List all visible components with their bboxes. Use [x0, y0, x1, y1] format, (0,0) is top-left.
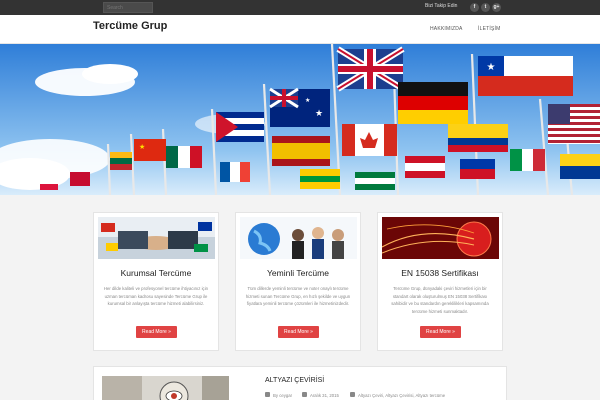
post-title[interactable]: ALTYAZI ÇEVİRİSİ — [265, 377, 324, 384]
svg-text:★: ★ — [315, 108, 323, 118]
google-plus-icon[interactable]: g+ — [492, 3, 501, 12]
site-header: Tercüme Grup HAKKIMIZDA İLETİŞİM — [0, 15, 600, 44]
card-image-globe-red — [382, 217, 499, 259]
service-card-sworn: Yeminli Tercüme Tüm dillerde yeminli ter… — [235, 212, 361, 351]
twitter-icon[interactable]: t — [481, 3, 490, 12]
card-text: Tercüme Grup, dünyadaki çeviri hizmetler… — [391, 286, 489, 314]
card-title: EN 15038 Sertifikası — [401, 268, 479, 278]
service-card-certificate: EN 15038 Sertifikası Tercüme Grup, dünya… — [377, 212, 503, 351]
read-more-button[interactable]: Read More » — [136, 326, 177, 338]
nav-item-about[interactable]: HAKKIMIZDA — [430, 26, 463, 32]
facebook-icon[interactable]: f — [470, 3, 479, 12]
svg-text:★: ★ — [139, 143, 145, 151]
card-text: Her dilde kaliteli ve profesyonel tercüm… — [103, 286, 209, 307]
nav-item-contact[interactable]: İLETİŞİM — [478, 26, 500, 32]
hero-banner-flags: ★ ★ ★ ★ — [0, 44, 600, 195]
read-more-button[interactable]: Read More » — [278, 326, 319, 338]
svg-text:★: ★ — [305, 97, 310, 104]
post-date: Aralık 31, 2015 — [310, 393, 339, 398]
search-input[interactable] — [103, 2, 153, 13]
card-title: Kurumsal Tercüme — [120, 268, 192, 278]
service-card-corporate: Kurumsal Tercüme Her dilde kaliteli ve p… — [93, 212, 219, 351]
card-image-handshake-flags — [98, 217, 215, 259]
calendar-icon — [302, 392, 307, 397]
tag-icon — [350, 392, 355, 397]
post-thumbnail[interactable] — [102, 376, 229, 400]
top-bar: Bizi Takip Edin f t g+ — [0, 0, 600, 15]
site-logo[interactable]: Tercüme Grup — [93, 20, 167, 32]
read-more-button[interactable]: Read More » — [420, 326, 461, 338]
blog-post-preview: ALTYAZI ÇEVİRİSİ By ceygar Aralık 31, 20… — [93, 366, 507, 400]
card-title: Yeminli Tercüme — [267, 268, 329, 278]
card-text: Tüm dillerde yeminli tercüme ve noter on… — [245, 286, 351, 307]
post-categories[interactable]: Altyazı Çeviri, Altyazı Çevirisi, Altyaz… — [358, 393, 445, 398]
author-icon — [265, 392, 270, 397]
follow-us-label: Bizi Takip Edin — [425, 3, 458, 9]
post-author[interactable]: By ceygar — [273, 393, 292, 398]
svg-text:★: ★ — [487, 62, 496, 73]
card-image-globe-people — [240, 217, 357, 259]
